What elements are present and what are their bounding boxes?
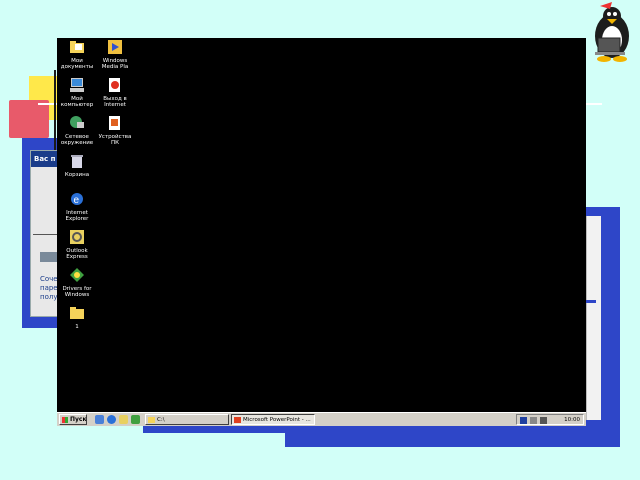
clock: 10:00 [564, 417, 580, 423]
recycle-bin-icon [71, 155, 83, 168]
taskbar-button-explorer[interactable]: C:\ [145, 414, 229, 425]
desktop-icon-network[interactable]: Сетевое окружение [57, 115, 97, 146]
system-tray: 10:00 [516, 414, 584, 425]
channels-quicklaunch-icon[interactable] [131, 415, 140, 424]
task-label: Microsoft PowerPoint - ... [243, 417, 311, 423]
desktop-screen: Мои документы Windows Media Pla Мой комп… [57, 38, 586, 412]
outlook-quicklaunch-icon[interactable] [119, 415, 128, 424]
icon-label: Windows Media Pla [101, 58, 129, 70]
media-player-icon [108, 40, 122, 54]
cleanup-icon [70, 268, 84, 282]
desktop-icon-desktop-cleanup[interactable]: Drivers for Windows [57, 267, 97, 298]
icon-label: Internet Explorer [65, 210, 89, 222]
svg-text:e: e [74, 195, 80, 206]
show-desktop-icon[interactable] [95, 415, 104, 424]
icon-label: 1 [75, 324, 79, 330]
icon-label: Устройства ПК [98, 134, 132, 146]
desktop-icon-my-computer[interactable]: Мой компьютер [57, 77, 97, 108]
decor-red-square [9, 100, 49, 138]
pc-device-icon [109, 116, 120, 130]
desktop-icon-recycle-bin[interactable]: Корзина [57, 153, 97, 178]
ie-quicklaunch-icon[interactable] [107, 415, 116, 424]
desktop-icon-my-documents[interactable]: Мои документы [57, 39, 97, 70]
desktop-icon-pc-device[interactable]: Устройства ПК [95, 115, 135, 146]
decor-right-panel [586, 216, 601, 428]
computer-icon [70, 78, 84, 92]
icon-label: Корзина [64, 172, 90, 178]
start-button-label: Пуск [70, 416, 87, 423]
network-neighborhood-icon [70, 116, 84, 128]
windows-flag-icon [62, 417, 68, 423]
desktop-icon-folder[interactable]: 1 [57, 305, 97, 330]
internet-access-icon [109, 78, 120, 92]
decor-right-panel-bar [586, 300, 596, 303]
desktop-icon-internet-explorer[interactable]: e Internet Explorer [57, 191, 97, 222]
desktop-icon-media-player[interactable]: Windows Media Pla [95, 39, 135, 70]
taskbar: Пуск C:\ Microsoft PowerPoint - ... 10:0… [57, 412, 586, 426]
icon-label: Outlook Express [66, 248, 88, 260]
keyboard-icon [40, 252, 58, 262]
icon-label: Выход в Internet [103, 96, 127, 108]
language-indicator-icon[interactable] [520, 417, 527, 424]
folder-icon [70, 307, 84, 319]
network-tray-icon[interactable] [540, 417, 547, 424]
folder-documents-icon [70, 41, 84, 53]
icon-label: Мои документы [60, 58, 94, 70]
start-button[interactable]: Пуск [59, 414, 87, 425]
internet-explorer-icon: e [71, 193, 83, 206]
powerpoint-icon [234, 417, 241, 423]
icon-label: Drivers for Windows [62, 286, 92, 298]
task-label: C:\ [157, 417, 165, 423]
icon-label: Мой компьютер [60, 96, 94, 108]
desktop-icon-outlook[interactable]: Outlook Express [57, 229, 97, 260]
desktop-icon-internet-access[interactable]: Выход в Internet [95, 77, 135, 108]
penguin-mascot-icon [595, 2, 629, 62]
outlook-express-icon [70, 230, 84, 244]
speaker-icon[interactable] [530, 417, 537, 424]
folder-icon [148, 417, 155, 423]
icon-label: Сетевое окружение [60, 134, 94, 146]
taskbar-button-powerpoint[interactable]: Microsoft PowerPoint - ... [231, 414, 315, 425]
